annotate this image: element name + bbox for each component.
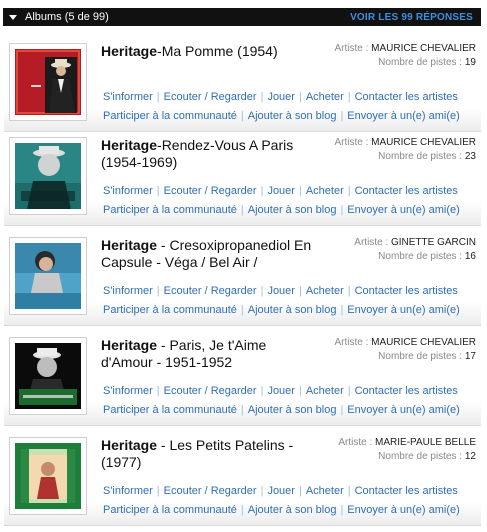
link-jouer[interactable]: Jouer [267, 485, 295, 497]
link-envoyer[interactable]: Envoyer à un(e) ami(e) [347, 204, 460, 216]
album-track-count: 19 [464, 57, 476, 68]
link-contacter[interactable]: Contacter les artistes [355, 285, 458, 297]
link-informer[interactable]: S'informer [103, 485, 153, 497]
albums-count-title: Albums (5 de 99) [25, 11, 109, 23]
album-cover[interactable] [9, 337, 87, 415]
album-actions-secondary: Participer à la communauté | Ajouter à son… [103, 110, 460, 122]
link-ecouter[interactable]: Ecouter / Regarder [164, 385, 257, 397]
album-title[interactable]: Heritage - Les Petits Patelins - (1977) [101, 437, 313, 471]
album-actions-secondary: Participer à la communauté | Ajouter à son… [103, 204, 460, 216]
album-cover-image-1 [15, 49, 81, 115]
link-blog[interactable]: Ajouter à son blog [248, 304, 337, 316]
album-title[interactable]: Heritage - Paris, Je t'Aime d'Amour - 19… [101, 337, 313, 371]
album-actions: S'informer | Ecouter / Regarder | Jouer | Ache… [103, 185, 458, 197]
link-acheter[interactable]: Acheter [306, 485, 344, 497]
link-participer[interactable]: Participer à la communauté [103, 110, 237, 122]
album-track-count: 16 [464, 251, 476, 262]
album-actions-secondary: Participer à la communauté | Ajouter à son… [103, 304, 460, 316]
link-participer[interactable]: Participer à la communauté [103, 204, 237, 216]
album-meta: Artiste : GINETTE GARCIN Nombre de piste… [354, 237, 476, 262]
album-artist: MARIE-PAULE BELLE [375, 437, 476, 448]
albums-header-toggle[interactable]: Albums (5 de 99) [9, 11, 109, 23]
album-item: Heritage-Ma Pomme (1954) Artiste : MAURI… [4, 38, 481, 132]
album-artist: MAURICE CHEVALIER [371, 337, 476, 348]
album-cover[interactable] [9, 137, 87, 215]
link-contacter[interactable]: Contacter les artistes [355, 91, 458, 103]
link-jouer[interactable]: Jouer [267, 385, 295, 397]
link-blog[interactable]: Ajouter à son blog [248, 404, 337, 416]
album-item: Heritage - Cresoxipropanediol En Capsule… [4, 232, 481, 326]
album-track-count: 17 [464, 351, 476, 362]
link-ecouter[interactable]: Ecouter / Regarder [164, 285, 257, 297]
album-actions-secondary: Participer à la communauté | Ajouter à son… [103, 504, 460, 516]
link-ecouter[interactable]: Ecouter / Regarder [164, 91, 257, 103]
album-track-count: 12 [464, 451, 476, 462]
link-blog[interactable]: Ajouter à son blog [248, 110, 337, 122]
link-contacter[interactable]: Contacter les artistes [355, 485, 458, 497]
link-acheter[interactable]: Acheter [306, 185, 344, 197]
link-contacter[interactable]: Contacter les artistes [355, 185, 458, 197]
album-cover[interactable] [9, 237, 87, 315]
album-actions: S'informer | Ecouter / Regarder | Jouer | Ache… [103, 485, 458, 497]
link-blog[interactable]: Ajouter à son blog [248, 504, 337, 516]
link-jouer[interactable]: Jouer [267, 285, 295, 297]
link-envoyer[interactable]: Envoyer à un(e) ami(e) [347, 110, 460, 122]
album-cover[interactable] [9, 437, 87, 515]
album-cover-image-4 [15, 343, 81, 409]
album-actions-secondary: Participer à la communauté | Ajouter à son… [103, 404, 460, 416]
link-blog[interactable]: Ajouter à son blog [248, 204, 337, 216]
album-actions: S'informer | Ecouter / Regarder | Jouer | Ache… [103, 91, 458, 103]
collapse-triangle-icon[interactable] [9, 14, 17, 20]
album-cover-image-3 [15, 243, 81, 309]
album-meta: Artiste : MAURICE CHEVALIER Nombre de pi… [334, 337, 476, 362]
link-participer[interactable]: Participer à la communauté [103, 304, 237, 316]
albums-header: Albums (5 de 99) VOIR LES 99 RÉPONSES [3, 8, 481, 26]
album-cover-image-5 [15, 443, 81, 509]
link-envoyer[interactable]: Envoyer à un(e) ami(e) [347, 504, 460, 516]
link-contacter[interactable]: Contacter les artistes [355, 385, 458, 397]
link-participer[interactable]: Participer à la communauté [103, 504, 237, 516]
link-informer[interactable]: S'informer [103, 285, 153, 297]
link-envoyer[interactable]: Envoyer à un(e) ami(e) [347, 404, 460, 416]
link-informer[interactable]: S'informer [103, 385, 153, 397]
album-cover[interactable] [9, 43, 87, 121]
album-item: Heritage - Paris, Je t'Aime d'Amour - 19… [4, 332, 481, 426]
link-ecouter[interactable]: Ecouter / Regarder [164, 485, 257, 497]
link-informer[interactable]: S'informer [103, 91, 153, 103]
album-item: Heritage - Les Petits Patelins - (1977) … [4, 432, 481, 526]
album-item: Heritage-Rendez-Vous A Paris (1954-1969)… [4, 132, 481, 226]
link-envoyer[interactable]: Envoyer à un(e) ami(e) [347, 304, 460, 316]
link-acheter[interactable]: Acheter [306, 285, 344, 297]
album-artist: GINETTE GARCIN [390, 237, 476, 248]
link-acheter[interactable]: Acheter [306, 91, 344, 103]
album-track-count: 23 [464, 151, 476, 162]
album-title[interactable]: Heritage-Rendez-Vous A Paris (1954-1969) [101, 137, 313, 171]
album-meta: Artiste : MAURICE CHEVALIER Nombre de pi… [334, 137, 476, 162]
album-actions: S'informer | Ecouter / Regarder | Jouer | Ache… [103, 385, 458, 397]
album-actions: S'informer | Ecouter / Regarder | Jouer | Ache… [103, 285, 458, 297]
link-acheter[interactable]: Acheter [306, 385, 344, 397]
all-results-link[interactable]: VOIR LES 99 RÉPONSES [350, 12, 473, 23]
album-meta: Artiste : MAURICE CHEVALIER Nombre de pi… [334, 43, 476, 68]
album-artist: MAURICE CHEVALIER [371, 43, 476, 54]
link-jouer[interactable]: Jouer [267, 91, 295, 103]
link-informer[interactable]: S'informer [103, 185, 153, 197]
link-ecouter[interactable]: Ecouter / Regarder [164, 185, 257, 197]
link-jouer[interactable]: Jouer [267, 185, 295, 197]
link-participer[interactable]: Participer à la communauté [103, 404, 237, 416]
album-title[interactable]: Heritage-Ma Pomme (1954) [101, 43, 313, 60]
album-cover-image-2 [15, 143, 81, 209]
album-meta: Artiste : MARIE-PAULE BELLE Nombre de pi… [338, 437, 476, 462]
album-artist: MAURICE CHEVALIER [371, 137, 476, 148]
album-title[interactable]: Heritage - Cresoxipropanediol En Capsule… [101, 237, 313, 271]
